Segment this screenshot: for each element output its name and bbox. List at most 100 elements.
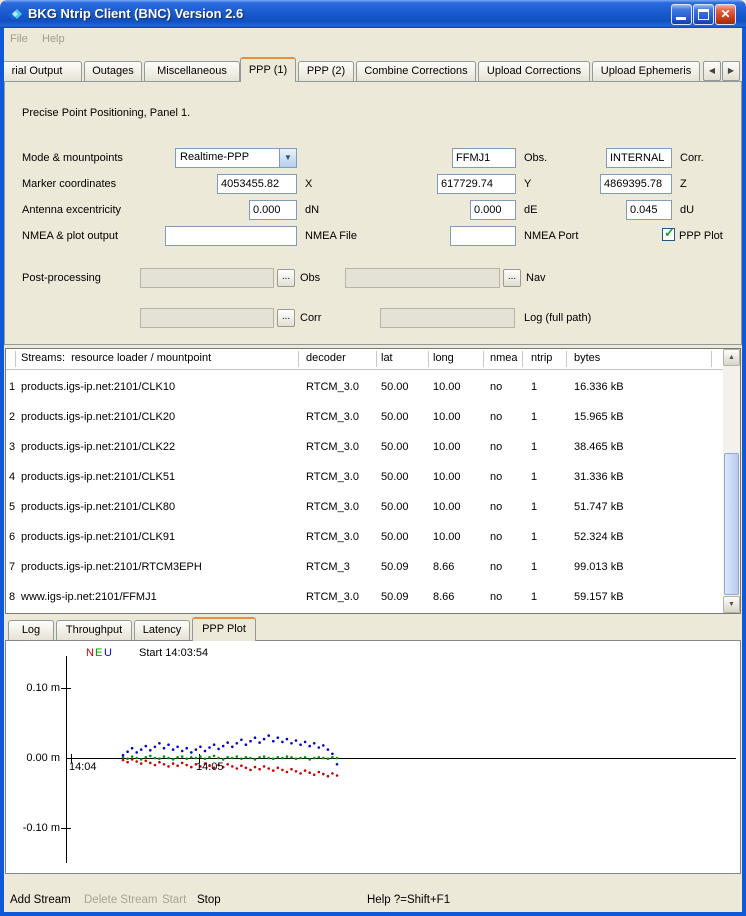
plot-point-U <box>126 750 129 753</box>
tab-combine-corrections[interactable]: Combine Corrections <box>356 61 476 81</box>
plot-point-U <box>318 746 321 749</box>
stream-row-2[interactable]: 2products.igs-ip.net:2101/CLK20RTCM_3.05… <box>6 402 723 432</box>
nmea-port-field[interactable] <box>450 226 516 246</box>
help-button[interactable]: Help ?=Shift+F1 <box>367 894 450 906</box>
postproc-nav-browse-button[interactable]: ... <box>503 269 521 287</box>
plot-point-E <box>236 755 239 758</box>
maximize-button[interactable] <box>693 4 714 25</box>
plot-point-N <box>299 772 302 775</box>
antenna-dn-field[interactable] <box>249 200 297 220</box>
marker-x-field[interactable] <box>217 174 297 194</box>
mode-dropdown-button[interactable]: ▼ <box>279 149 296 167</box>
mode-select[interactable]: Realtime-PPP ▼ <box>175 148 297 168</box>
plot-point-N <box>272 769 275 772</box>
tab-ppp-1[interactable]: PPP (1) <box>240 57 296 82</box>
plot-point-N <box>154 764 157 767</box>
menu-file[interactable]: File <box>10 33 28 45</box>
plot-point-U <box>185 747 188 750</box>
tab-outages[interactable]: Outages <box>84 61 142 81</box>
stream-row-5[interactable]: 5products.igs-ip.net:2101/CLK80RTCM_3.05… <box>6 492 723 522</box>
plot-point-N <box>185 764 188 767</box>
tab-ppp-2[interactable]: PPP (2) <box>298 61 354 81</box>
tab-serial-output[interactable]: rial Output <box>0 61 82 81</box>
plot-point-N <box>295 770 298 773</box>
window-border-right <box>742 26 746 916</box>
plot-point-E <box>272 757 275 760</box>
marker-y-field[interactable] <box>437 174 516 194</box>
stream-cell-long: 10.00 <box>433 462 485 492</box>
plot-point-U <box>254 736 257 739</box>
plot-point-E <box>181 755 184 758</box>
stream-cell-num: 1 <box>9 372 21 402</box>
stream-row-8[interactable]: 8www.igs-ip.net:2101/FFMJ1RTCM_3.050.098… <box>6 582 723 612</box>
start-button[interactable]: Start <box>162 894 186 906</box>
corr-mountpoint-field[interactable] <box>606 148 672 168</box>
antenna-de-field[interactable] <box>470 200 516 220</box>
stream-row-4[interactable]: 4products.igs-ip.net:2101/CLK51RTCM_3.05… <box>6 462 723 492</box>
obs-mountpoint-field[interactable] <box>452 148 516 168</box>
plot-point-N <box>240 764 243 767</box>
stream-cell-lat: 50.00 <box>381 402 429 432</box>
maximize-icon <box>698 9 709 20</box>
tab-upload-corrections[interactable]: Upload Corrections <box>478 61 590 81</box>
vertical-scrollbar[interactable]: ▲ ▼ <box>723 349 740 613</box>
plot-point-E <box>208 756 211 759</box>
plot-point-E <box>217 757 220 760</box>
plot-point-E <box>327 757 330 760</box>
plot-point-U <box>163 747 166 750</box>
scroll-down-button[interactable]: ▼ <box>723 596 740 613</box>
y-label: Y <box>524 178 531 190</box>
plot-point-U <box>176 746 179 749</box>
plot-point-N <box>158 761 161 764</box>
delete-stream-button[interactable]: Delete Stream <box>84 894 158 906</box>
ppp-plot-checkbox[interactable]: ✓ <box>662 228 675 241</box>
stream-cell-decoder: RTCM_3.0 <box>306 582 378 612</box>
stream-cell-ntrip: 1 <box>531 552 565 582</box>
plot-point-U <box>272 740 275 743</box>
stream-cell-bytes: 59.157 kB <box>574 582 719 612</box>
plot-point-E <box>190 756 193 759</box>
postproc-corr-browse-button[interactable]: ... <box>277 309 295 327</box>
plot-points <box>122 734 339 777</box>
scroll-up-button[interactable]: ▲ <box>723 349 740 366</box>
scrollbar-thumb[interactable] <box>724 453 739 595</box>
stop-button[interactable]: Stop <box>197 894 221 906</box>
stream-row-1[interactable]: 1products.igs-ip.net:2101/CLK10RTCM_3.05… <box>6 372 723 402</box>
plot-point-N <box>226 763 229 766</box>
plot-point-E <box>131 755 134 758</box>
marker-z-field[interactable] <box>600 174 672 194</box>
tab-latency[interactable]: Latency <box>134 620 190 640</box>
plot-point-N <box>258 768 261 771</box>
stream-cell-mountpoint: products.igs-ip.net:2101/CLK10 <box>21 372 296 402</box>
stream-row-6[interactable]: 6products.igs-ip.net:2101/CLK91RTCM_3.05… <box>6 522 723 552</box>
postproc-obs-browse-button[interactable]: ... <box>277 269 295 287</box>
postproc-corr-label: Corr <box>300 312 321 324</box>
postproc-log-field <box>380 308 515 328</box>
plot-point-U <box>295 739 298 742</box>
plot-point-E <box>185 757 188 760</box>
tab-scroll-left-button[interactable]: ◀ <box>703 61 721 81</box>
legend-u: U <box>104 647 112 659</box>
tab-scroll-right-button[interactable]: ▶ <box>722 61 740 81</box>
antenna-du-field[interactable] <box>626 200 672 220</box>
stream-row-7[interactable]: 7products.igs-ip.net:2101/RTCM3EPHRTCM_3… <box>6 552 723 582</box>
add-stream-button[interactable]: Add Stream <box>10 894 71 906</box>
nmea-file-field[interactable] <box>165 226 297 246</box>
plot-point-E <box>299 757 302 760</box>
tab-throughput[interactable]: Throughput <box>56 620 132 640</box>
tab-miscellaneous[interactable]: Miscellaneous <box>144 61 240 81</box>
legend-n: N <box>86 647 94 659</box>
stream-row-3[interactable]: 3products.igs-ip.net:2101/CLK22RTCM_3.05… <box>6 432 723 462</box>
app-icon[interactable] <box>7 6 23 22</box>
tab-upload-ephemeris[interactable]: Upload Ephemeris <box>592 61 700 81</box>
plot-point-U <box>122 754 125 757</box>
stream-cell-num: 5 <box>9 492 21 522</box>
streams-table: Streams: resource loader / mountpoint de… <box>5 348 741 614</box>
tab-log[interactable]: Log <box>8 620 54 640</box>
close-button[interactable]: ✕ <box>715 4 736 25</box>
stream-cell-ntrip: 1 <box>531 522 565 552</box>
tab-ppp-plot[interactable]: PPP Plot <box>192 617 256 641</box>
x-tick-label-1404: 14:04 <box>69 761 97 773</box>
menu-help[interactable]: Help <box>42 33 65 45</box>
minimize-button[interactable] <box>671 4 692 25</box>
